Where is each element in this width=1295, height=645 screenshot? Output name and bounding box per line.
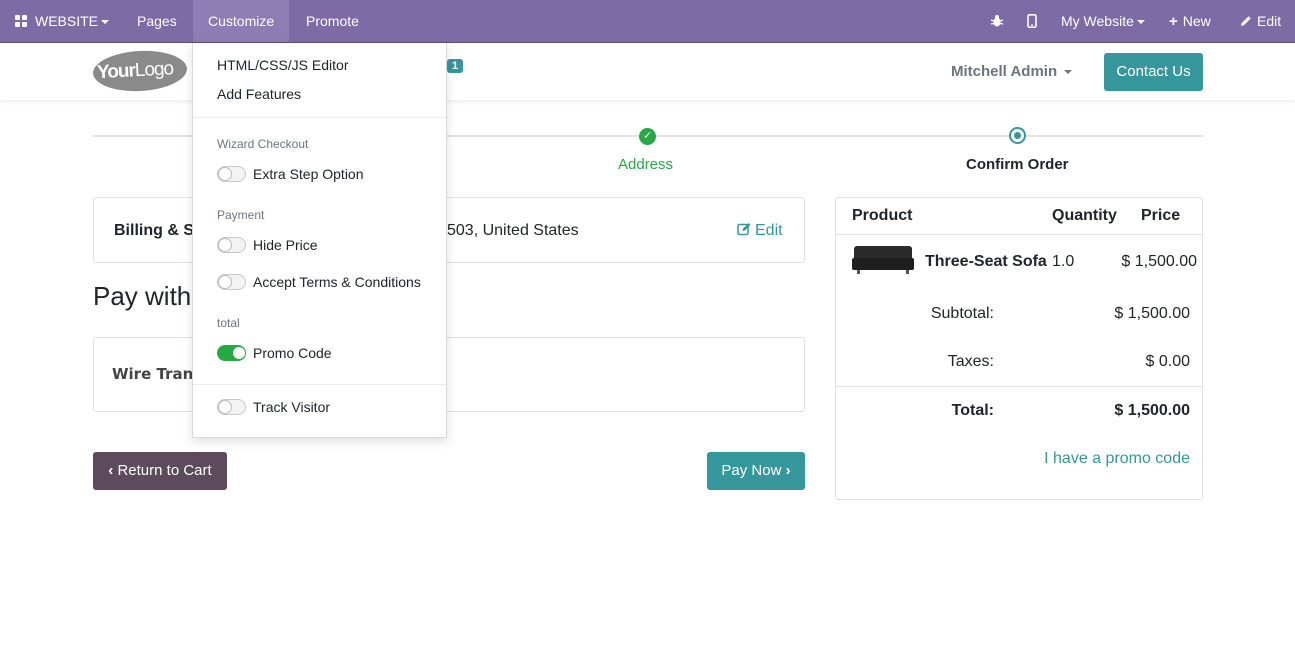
product-name[interactable]: Three-Seat Sofa [925, 253, 1047, 271]
divider [836, 234, 1202, 235]
new-button-label: New [1182, 13, 1211, 29]
promote-menu-label: Promote [306, 13, 359, 29]
extra-step-toggle[interactable] [217, 166, 246, 182]
section-total: total [217, 316, 240, 330]
promo-code-label[interactable]: Promo Code [253, 345, 332, 361]
chevron-down-icon [101, 20, 110, 25]
return-to-cart-label: Return to Cart [117, 462, 212, 479]
divider [193, 117, 446, 118]
hide-price-label[interactable]: Hide Price [253, 237, 318, 253]
col-header-product: Product [852, 207, 913, 224]
user-menu[interactable]: Mitchell Admin [951, 63, 1073, 80]
hide-price-toggle[interactable] [217, 237, 246, 253]
menu-item-add-features[interactable]: Add Features [217, 86, 301, 102]
my-website-menu[interactable]: My Website [1061, 0, 1145, 42]
new-button[interactable]: + New [1169, 0, 1211, 42]
website-menu[interactable]: WEBSITE [15, 0, 110, 42]
pay-now-button[interactable]: Pay Now › [707, 452, 805, 490]
total-value: $ 1,500.00 [1114, 402, 1190, 419]
total-label: Total: [951, 402, 994, 419]
divider [193, 384, 446, 385]
billing-address: 503, United States [447, 222, 579, 239]
product-image [852, 246, 914, 276]
col-header-price: Price [1141, 207, 1181, 224]
billing-edit-label: Edit [755, 222, 783, 239]
track-visitor-label[interactable]: Track Visitor [253, 399, 330, 415]
chevron-left-icon: ‹ [108, 462, 114, 479]
grid-icon [15, 15, 27, 27]
wire-transfer-label: Wire Trans [112, 365, 203, 383]
product-quantity: 1.0 [1052, 253, 1075, 270]
pay-now-label: Pay Now [721, 462, 782, 479]
billing-edit-link[interactable]: Edit [737, 222, 783, 240]
logo-text: YourLogo [96, 58, 174, 84]
menu-item-editor[interactable]: HTML/CSS/JS Editor [217, 57, 348, 73]
section-wizard-checkout: Wizard Checkout [217, 137, 309, 151]
pages-menu-label: Pages [137, 13, 177, 29]
plus-icon: + [1169, 13, 1178, 30]
admin-navbar: WEBSITE Pages Customize Promote My Websi… [0, 0, 1295, 43]
current-step-icon [1009, 127, 1026, 144]
accept-terms-label[interactable]: Accept Terms & Conditions [253, 274, 421, 290]
extra-step-label[interactable]: Extra Step Option [253, 166, 364, 182]
pages-menu[interactable]: Pages [122, 0, 192, 42]
edit-page-button[interactable]: Edit [1240, 0, 1281, 42]
wizard-step-confirm-order: Confirm Order [966, 156, 1069, 173]
return-to-cart-button[interactable]: ‹ Return to Cart [93, 452, 227, 490]
billing-label: Billing & Sh [114, 222, 204, 239]
site-logo[interactable]: YourLogo [92, 48, 188, 94]
edit-button-label: Edit [1257, 13, 1282, 29]
promo-code-link[interactable]: I have a promo code [1044, 450, 1190, 468]
track-visitor-toggle[interactable] [217, 399, 246, 415]
debug-button[interactable] [990, 0, 1004, 42]
customize-dropdown: HTML/CSS/JS Editor Add Features Wizard C… [192, 43, 447, 438]
taxes-value: $ 0.00 [1145, 353, 1190, 370]
user-name: Mitchell Admin [951, 63, 1058, 80]
col-header-quantity: Quantity [1052, 207, 1117, 224]
product-price: $ 1,500.00 [1121, 253, 1197, 270]
mobile-preview-button[interactable] [1027, 0, 1037, 42]
customize-menu[interactable]: Customize [193, 0, 290, 42]
contact-us-button[interactable]: Contact Us [1104, 53, 1203, 91]
check-circle-icon: ✓ [639, 128, 656, 145]
edit-icon [737, 223, 751, 236]
cart-count-badge[interactable]: 1 [447, 59, 464, 73]
customize-menu-label: Customize [208, 13, 275, 29]
chevron-down-icon [1064, 70, 1073, 75]
wizard-step-address[interactable]: Address [618, 156, 673, 173]
pencil-icon [1241, 16, 1251, 26]
accept-terms-toggle[interactable] [217, 274, 246, 290]
bug-icon [990, 15, 1004, 27]
mobile-icon [1027, 14, 1037, 28]
subtotal-label: Subtotal: [930, 305, 994, 322]
website-menu-label: WEBSITE [35, 13, 99, 29]
divider [836, 386, 1202, 387]
order-summary-card: Product Quantity Price Three-Seat Sofa 1… [835, 197, 1203, 500]
chevron-down-icon [1136, 20, 1145, 25]
taxes-label: Taxes: [947, 353, 994, 370]
promote-menu[interactable]: Promote [291, 0, 374, 42]
section-payment: Payment [217, 208, 265, 222]
promo-code-toggle[interactable] [217, 345, 246, 361]
my-website-label: My Website [1061, 13, 1134, 29]
subtotal-value: $ 1,500.00 [1114, 305, 1190, 322]
pay-with-heading: Pay with [93, 281, 192, 311]
chevron-right-icon: › [785, 462, 791, 479]
